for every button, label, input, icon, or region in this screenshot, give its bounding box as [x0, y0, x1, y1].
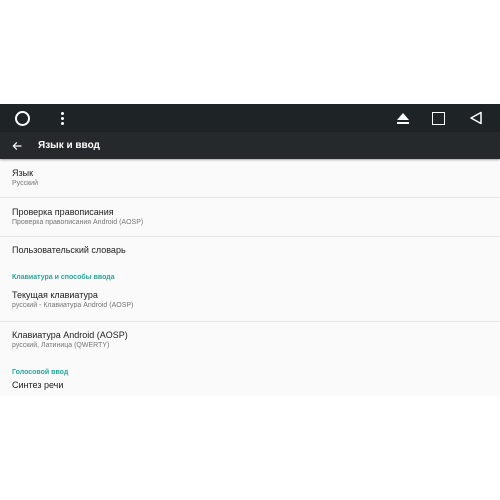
setting-language-summary: Русский	[12, 180, 38, 187]
eject-icon	[397, 112, 409, 124]
setting-android-keyboard-title: Клавиатура Android (AOSP)	[12, 330, 128, 340]
setting-language[interactable]: Язык Русский	[0, 159, 500, 198]
setting-user-dictionary[interactable]: Пользовательский словарь	[0, 237, 500, 267]
section-header-voice-input: Голосовой ввод	[12, 369, 69, 376]
setting-language-title: Язык	[12, 168, 34, 178]
setting-speech-synthesis-title: Синтез речи	[12, 380, 64, 390]
setting-speech-synthesis[interactable]: Синтез речи	[0, 376, 500, 396]
setting-android-keyboard[interactable]: Клавиатура Android (AOSP) русский, Латин…	[0, 322, 500, 361]
settings-list: Язык Русский Проверка правописания Прове…	[0, 159, 500, 396]
app-bar-back-button[interactable]	[10, 139, 24, 153]
menu-button[interactable]	[48, 104, 76, 132]
system-navigation-bar	[0, 104, 500, 132]
app-bar: Язык и ввод	[0, 132, 500, 159]
section-header-keyboard: Клавиатура и способы ввода	[12, 274, 115, 281]
setting-user-dictionary-title: Пользовательский словарь	[12, 245, 126, 255]
eject-button[interactable]	[390, 104, 416, 132]
setting-current-keyboard-summary: русский - Клавиатура Android (AOSP)	[12, 302, 134, 309]
recents-button[interactable]	[424, 104, 452, 132]
circle-icon	[14, 110, 30, 126]
back-triangle-icon	[470, 111, 482, 125]
page-title: Язык и ввод	[38, 140, 100, 151]
square-icon	[431, 111, 445, 125]
setting-spell-check-summary: Проверка правописания Android (AOSP)	[12, 219, 144, 226]
home-circle-button[interactable]	[8, 104, 36, 132]
setting-spell-check[interactable]: Проверка правописания Проверка правописа…	[0, 198, 500, 237]
back-button[interactable]	[462, 104, 490, 132]
android-screen: Язык и ввод Язык Русский Проверка правоп…	[0, 104, 500, 396]
more-vertical-icon	[60, 111, 64, 125]
setting-spell-check-title: Проверка правописания	[12, 207, 114, 217]
arrow-back-icon	[12, 141, 22, 150]
setting-current-keyboard-title: Текущая клавиатура	[12, 290, 98, 300]
setting-current-keyboard[interactable]: Текущая клавиатура русский - Клавиатура …	[0, 284, 500, 322]
setting-android-keyboard-summary: русский, Латиница (QWERTY)	[12, 342, 110, 349]
